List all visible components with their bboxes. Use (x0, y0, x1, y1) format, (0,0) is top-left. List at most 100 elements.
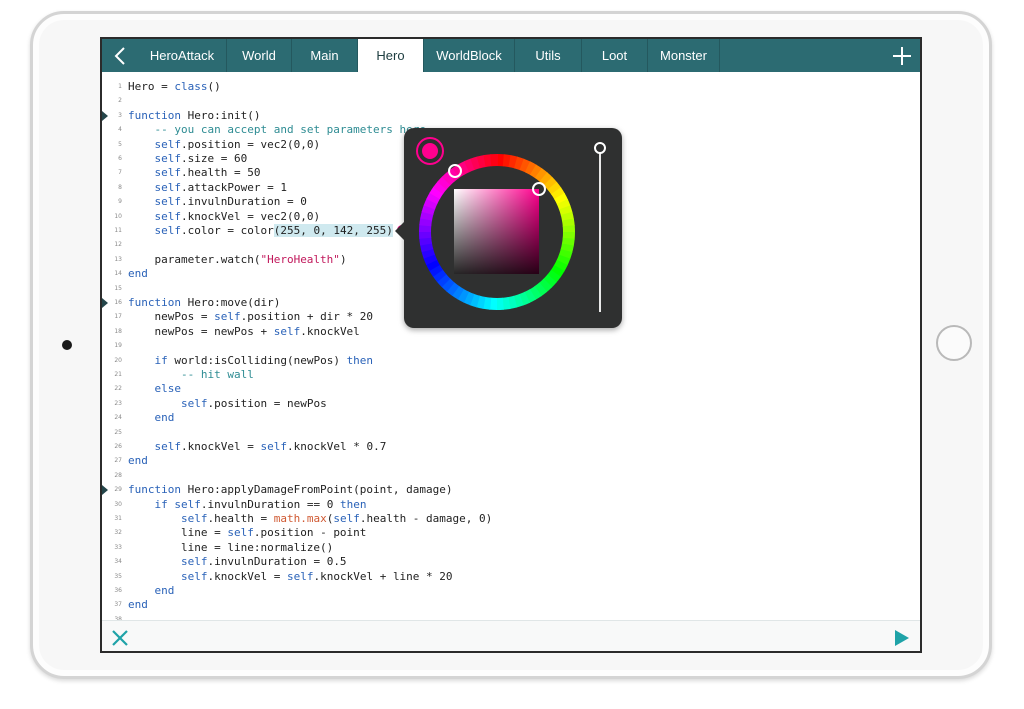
hue-ring-segment[interactable] (429, 186, 444, 200)
close-icon[interactable] (110, 628, 130, 648)
hue-ring-segment[interactable] (457, 160, 470, 175)
code-text[interactable]: newPos = newPos + self.knockVel (128, 325, 359, 339)
hue-ring-segment[interactable] (560, 211, 574, 222)
code-line[interactable]: 27 end (102, 454, 920, 468)
hue-ring-segment[interactable] (464, 158, 476, 173)
code-line[interactable]: 24 end (102, 411, 920, 425)
hue-ring-segment[interactable] (529, 164, 543, 179)
code-text[interactable]: line = self.position - point (128, 526, 366, 540)
hue-ring-segment[interactable] (446, 281, 460, 296)
hue-ring-segment[interactable] (534, 168, 548, 183)
hue-ring-segment[interactable] (547, 181, 562, 195)
hue-ring-segment[interactable] (558, 249, 573, 260)
hue-ring-segment[interactable] (463, 291, 475, 306)
code-text[interactable]: self.knockVel = self.knockVel + line * 2… (128, 570, 453, 584)
code-text[interactable]: -- you can accept and set parameters her… (128, 123, 427, 137)
code-text[interactable]: function Hero:applyDamageFromPoint(point… (128, 483, 453, 497)
back-button[interactable] (102, 39, 138, 72)
hue-ring-segment[interactable] (551, 187, 566, 200)
hue-ring-segment[interactable] (501, 296, 511, 310)
hue-ring-segment[interactable] (421, 204, 436, 215)
code-text[interactable]: self.position = newPos (128, 397, 327, 411)
hue-ring-segment[interactable] (554, 192, 569, 205)
code-text[interactable]: else (128, 382, 182, 396)
hue-ring-segment[interactable] (553, 259, 568, 272)
hue-ring-segment[interactable] (529, 286, 542, 301)
code-line[interactable]: 23 self.position = newPos (102, 397, 920, 411)
hue-ring-segment[interactable] (441, 171, 456, 186)
hue-ring-segment[interactable] (508, 155, 519, 169)
tab-loot[interactable]: Loot (582, 39, 648, 72)
hue-ring-segment[interactable] (538, 278, 553, 293)
code-line[interactable]: 30 if self.invulnDuration == 0 then (102, 498, 920, 512)
hue-ring-segment[interactable] (432, 269, 447, 283)
code-line[interactable]: 29 function Hero:applyDamageFromPoint(poi… (102, 483, 920, 497)
hue-ring-segment[interactable] (514, 156, 525, 171)
code-text[interactable]: end (128, 267, 148, 281)
code-text[interactable]: function Hero:init() (128, 109, 260, 123)
code-line[interactable]: 26 self.knockVel = self.knockVel * 0.7 (102, 440, 920, 454)
hue-ring-segment[interactable] (524, 289, 537, 304)
hue-ring-segment[interactable] (423, 198, 438, 210)
hue-ring-segment[interactable] (543, 176, 558, 191)
hue-ring-segment[interactable] (426, 192, 441, 205)
play-icon[interactable] (894, 629, 910, 647)
code-text[interactable]: end (128, 584, 175, 598)
code-text[interactable]: line = line:normalize() (128, 541, 333, 555)
code-line[interactable]: 31 self.health = math.max(self.health - … (102, 512, 920, 526)
hue-ring-segment[interactable] (546, 269, 561, 283)
code-line[interactable]: 19 (102, 339, 920, 353)
hue-ring-segment[interactable] (524, 161, 537, 176)
hue-ring-segment[interactable] (419, 217, 433, 227)
code-line[interactable]: 2 (102, 94, 920, 108)
selected-color-swatch[interactable] (422, 143, 438, 159)
hue-ring-segment[interactable] (420, 210, 434, 221)
hue-ring-segment[interactable] (420, 242, 434, 253)
hue-ring-segment[interactable] (482, 296, 492, 310)
code-text[interactable]: self.knockVel = self.knockVel * 0.7 (128, 440, 387, 454)
code-text[interactable]: end (128, 411, 175, 425)
tab-hero[interactable]: Hero (358, 39, 424, 72)
code-text[interactable]: parameter.watch("HeroHealth") (128, 253, 346, 267)
code-line[interactable]: 28 (102, 469, 920, 483)
hue-ring-segment[interactable] (550, 264, 565, 278)
code-line[interactable]: 33 line = line:normalize() (102, 541, 920, 555)
code-text[interactable]: end (128, 454, 148, 468)
code-line[interactable]: 1 Hero = class() (102, 80, 920, 94)
code-line[interactable]: 34 self.invulnDuration = 0.5 (102, 555, 920, 569)
hue-ring-segment[interactable] (560, 243, 574, 254)
hue-ring-segment[interactable] (483, 154, 493, 168)
hue-ring-segment[interactable] (561, 237, 575, 247)
code-text[interactable]: self.health = math.max(self.health - dam… (128, 512, 492, 526)
code-line[interactable]: 37 end (102, 598, 920, 612)
hue-ring-segment[interactable] (502, 154, 512, 168)
hue-ring-segment[interactable] (433, 181, 448, 195)
code-line[interactable]: 21 -- hit wall (102, 368, 920, 382)
code-line[interactable]: 32 line = self.position - point (102, 526, 920, 540)
home-button[interactable] (936, 325, 972, 361)
tab-monster[interactable]: Monster (648, 39, 720, 72)
hue-ring-segment[interactable] (469, 293, 480, 308)
hue-ring-segment[interactable] (513, 293, 524, 308)
code-line[interactable]: 25 (102, 426, 920, 440)
code-line[interactable]: 22 else (102, 382, 920, 396)
hue-ring-segment[interactable] (419, 236, 433, 246)
code-text[interactable]: if self.invulnDuration == 0 then (128, 498, 367, 512)
code-text[interactable]: self.knockVel = vec2(0,0) (128, 210, 321, 224)
code-text[interactable]: self.color = color(255, 0, 142, 255) (128, 224, 407, 238)
code-text[interactable]: if world:isColliding(newPos) then (128, 354, 374, 368)
hue-ring-segment[interactable] (428, 264, 443, 277)
add-tab-button[interactable] (884, 39, 920, 72)
hue-ring-segment[interactable] (423, 253, 438, 265)
code-text[interactable]: self.size = 60 (128, 152, 248, 166)
code-text[interactable]: newPos = self.position + dir * 20 (128, 310, 373, 324)
code-text[interactable]: self.attackPower = 1 (128, 181, 287, 195)
hue-ring-segment[interactable] (476, 155, 487, 169)
tab-worldblock[interactable]: WorldBlock (424, 39, 515, 72)
hue-ring-segment[interactable] (451, 285, 465, 300)
hue-ring-segment[interactable] (421, 248, 436, 259)
brightness-slider-handle[interactable] (594, 142, 606, 154)
hue-ring-segment[interactable] (543, 274, 557, 288)
code-text[interactable]: -- hit wall (128, 368, 254, 382)
code-text[interactable]: function Hero:move(dir) (128, 296, 280, 310)
